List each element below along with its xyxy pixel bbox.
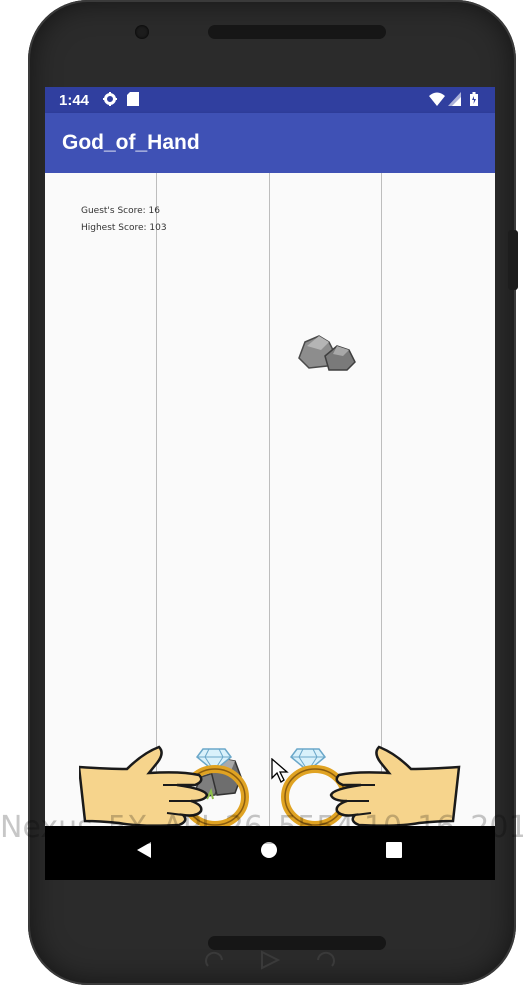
top-speaker: [208, 25, 386, 39]
lane-divider: [381, 173, 382, 826]
sd-card-icon: [127, 92, 139, 111]
app-title: God_of_Hand: [62, 131, 200, 154]
gear-icon: [103, 92, 117, 111]
device-screen: 1:44 God_of_Hand Guest's Score: 16 Highe…: [45, 87, 495, 880]
highest-score: Highest Score: 103: [81, 223, 167, 233]
emulator-name-overlay: Nexus_5X_API_26_5554 10_16_2018 12: [0, 810, 523, 845]
lane-divider: [156, 173, 157, 826]
lane-divider: [269, 173, 270, 826]
guest-score: Guest's Score: 16: [81, 206, 161, 216]
front-camera: [135, 25, 149, 39]
status-time: 1:44: [59, 92, 90, 109]
status-bar: 1:44: [45, 87, 495, 113]
game-area[interactable]: Guest's Score: 16 Highest Score: 103: [45, 173, 495, 829]
emulator-controls: [200, 948, 340, 972]
rock-sprite: [295, 328, 357, 379]
wifi-icon: [429, 92, 445, 111]
power-button: [508, 230, 518, 290]
signal-icon: [448, 92, 461, 111]
battery-icon: [470, 92, 478, 111]
app-bar: God_of_Hand: [45, 113, 495, 173]
